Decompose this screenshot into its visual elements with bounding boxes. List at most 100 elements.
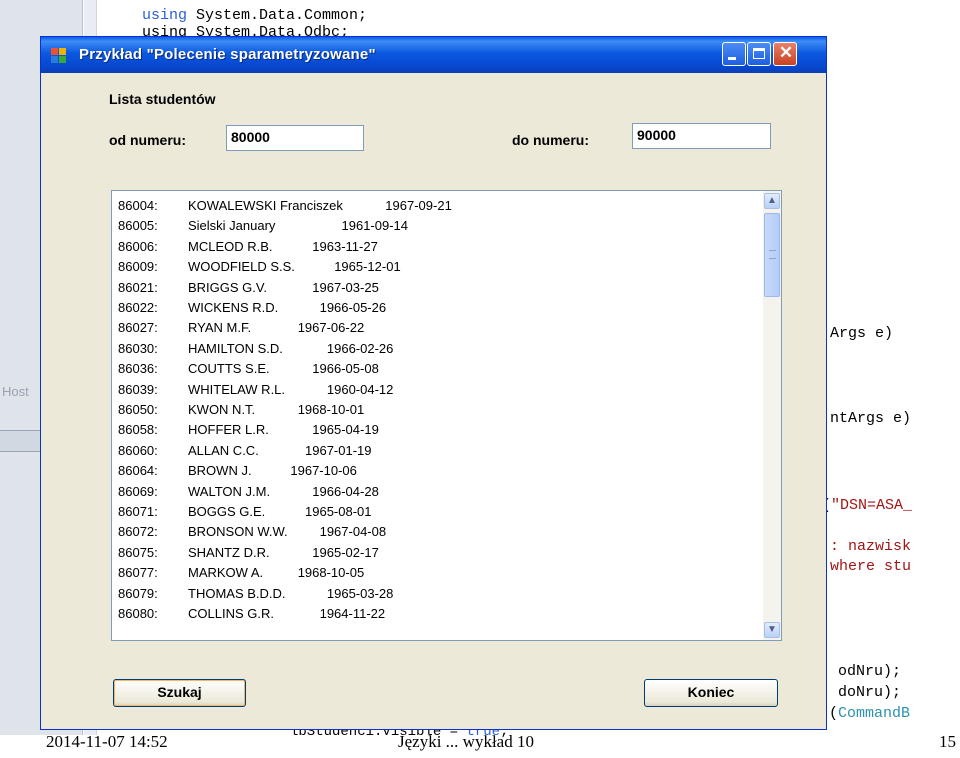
student-birth-date: 1967-03-25 [312,279,379,295]
student-birth-date: 1966-05-08 [312,361,379,377]
scroll-thumb[interactable] [764,213,780,297]
code-snippet-where: where stu [830,558,911,575]
student-id: 86064: [118,463,158,479]
student-birth-date: 1965-12-01 [334,259,401,275]
student-id: 86021: [118,279,158,295]
app-icon [51,48,67,64]
student-id: 86077: [118,565,158,581]
student-name: MCLEOD R.B. [188,238,273,254]
student-name: BOGGS G.E. [188,504,266,519]
student-name: COUTTS S.E. [188,361,270,377]
to-number-label: do numeru: [512,132,589,148]
student-birth-date: 1964-11-22 [319,606,386,621]
student-birth-date: 1968-10-05 [297,565,365,581]
student-birth-date: 1965-02-17 [312,544,379,560]
student-birth-date: 1963-11-27 [312,238,378,254]
code-string: "DSN=ASA_ [831,497,913,514]
student-id: 86060: [118,442,158,458]
student-id: 86006: [118,238,158,254]
list-heading: Lista studentów [109,91,216,107]
student-name: BRIGGS G.V. [188,279,267,295]
student-name: WALTON J.M. [188,483,271,499]
student-id: 86005: [118,218,158,234]
footer-page-number: 15 [939,732,956,751]
student-birth-date: 1966-05-26 [319,300,387,315]
maximize-icon [753,48,765,59]
student-birth-date: 1965-08-01 [305,504,372,519]
code-snippet-donru: doNru); [838,684,902,701]
student-birth-date: 1966-04-28 [312,483,379,499]
minimize-button[interactable] [722,42,746,66]
maximize-button[interactable] [747,42,771,66]
student-name: HOFFER L.R. [188,422,269,438]
grip-icon [769,250,776,259]
code-snippet-dsn: ("DSN=ASA_ [822,497,912,514]
student-id: 86030: [118,340,158,356]
student-birth-date: 1965-03-28 [326,585,394,601]
close-window-button[interactable]: ✕ [773,42,797,66]
code-line-using-odbc: using System.Data.Odbc; [142,24,350,36]
student-id: 86036: [118,361,158,377]
student-birth-date: 1961-09-14 [341,218,409,234]
code-text: ( [829,705,839,722]
code-snippet-args: Args e) [830,325,893,342]
code-class-name: CommandB [838,705,911,722]
student-birth-date: 1965-04-19 [312,422,379,438]
vertical-scrollbar[interactable]: ▲ ▼ [763,191,781,640]
from-number-input[interactable]: 80000 [226,125,364,151]
student-name: KOWALEWSKI Franciszek [188,198,343,213]
student-name: WICKENS R.D. [188,300,279,315]
student-id: 86009: [118,259,158,275]
student-id: 86079: [118,585,158,601]
ide-host-label: Host [2,384,29,399]
student-name: THOMAS B.D.D. [188,585,286,601]
scroll-down-button[interactable]: ▼ [764,622,780,638]
student-birth-date: 1966-02-26 [326,340,394,356]
minimize-icon [728,57,736,60]
student-name: KWON N.T. [188,402,256,417]
student-birth-date: 1967-06-22 [297,320,365,336]
student-name: BROWN J. [188,463,252,479]
student-birth-date: 1960-04-12 [326,381,394,397]
student-id: 86080: [118,606,158,621]
student-name: Sielski January [188,218,276,234]
code-string: where stu [830,558,912,575]
code-snippet-odnru: odNru); [838,663,902,680]
to-number-input[interactable]: 90000 [632,123,771,149]
search-button[interactable]: Szukaj [113,679,246,707]
from-number-label: od numeru: [109,132,186,148]
student-name: WHITELAW R.L. [188,381,286,397]
students-listbox[interactable]: 86004: KOWALEWSKI Franciszek 1967-09-21 860… [111,190,782,641]
footer-datetime: 2014-11-07 14:52 [46,732,168,751]
chevron-up-icon: ▲ [767,195,777,206]
student-birth-date: 1967-01-19 [305,442,372,458]
student-birth-date: 1968-10-01 [297,402,365,417]
student-birth-date: 1967-10-06 [290,463,357,479]
code-snippet-nazwisk: : nazwisk [830,538,911,555]
scroll-up-button[interactable]: ▲ [764,193,780,209]
student-name: MARKOW A. [188,565,264,581]
student-id: 86071: [118,504,158,519]
close-button[interactable]: Koniec [644,679,778,707]
code-snippet-commandb: (CommandB [829,705,910,722]
student-id: 86072: [118,524,158,540]
student-name: RYAN M.F. [188,320,252,336]
code-text: System.Data.Common; [187,7,368,24]
student-id: 86058: [118,422,158,438]
student-name: BRONSON W.W. [188,524,288,540]
student-id: 86004: [118,198,158,213]
student-birth-date: 1967-04-08 [319,524,387,540]
student-name: COLLINS G.R. [188,606,274,621]
code-line-using-common: using System.Data.Common; [142,7,367,24]
code-text: Args e) [830,325,894,342]
code-string: : nazwisk [830,538,912,555]
student-name: WOODFIELD S.S. [188,259,295,275]
code-text: ntArgs e) [830,410,912,427]
student-name: ALLAN C.C. [188,442,259,458]
student-id: 86022: [118,300,158,315]
student-name: HAMILTON S.D. [188,340,283,356]
window-titlebar[interactable]: Przykład "Polecenie sparametryzowane" ✕ [41,37,826,73]
code-keyword: using [142,7,188,24]
code-snippet-ntargs: ntArgs e) [830,410,911,427]
student-birth-date: 1967-09-21 [385,198,452,213]
